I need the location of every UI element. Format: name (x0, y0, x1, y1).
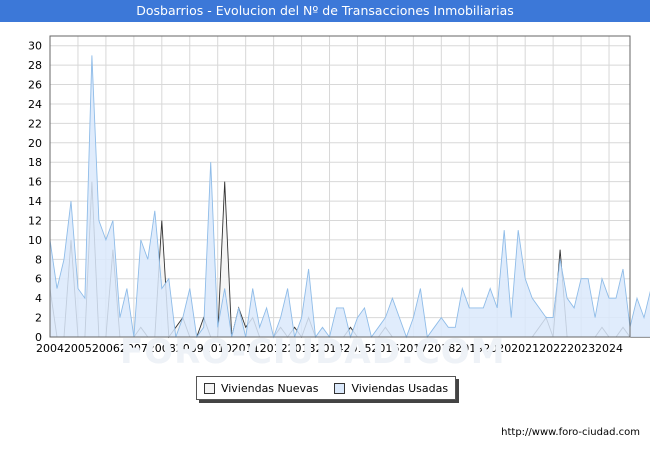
y-tick-label: 28 (28, 59, 42, 72)
legend-item-usadas: Viviendas Usadas (334, 382, 448, 395)
y-tick-label: 18 (28, 156, 42, 169)
y-tick-label: 30 (28, 40, 42, 53)
y-tick-label: 2 (35, 312, 42, 325)
x-tick-label: 2022 (539, 342, 567, 352)
x-tick-label: 2005 (64, 342, 92, 352)
legend-label-nuevas: Viviendas Nuevas (220, 381, 319, 395)
y-tick-label: 8 (35, 253, 42, 266)
x-tick-label: 2006 (92, 342, 120, 352)
legend: Viviendas Nuevas Viviendas Usadas (196, 376, 456, 400)
y-tick-label: 12 (28, 214, 42, 227)
legend-item-nuevas: Viviendas Nuevas (203, 381, 319, 395)
y-tick-label: 26 (28, 79, 42, 92)
chart-title: Dosbarrios - Evolucion del Nº de Transac… (0, 0, 650, 22)
watermark: FORO-CIUDAD.COM (120, 332, 506, 372)
legend-swatch-usadas (334, 382, 346, 394)
y-tick-label: 16 (28, 176, 42, 189)
y-tick-label: 14 (28, 195, 42, 208)
y-tick-label: 20 (28, 137, 42, 150)
x-tick-label: 2004 (36, 342, 64, 352)
transactions-chart: 0246810121416182022242628302004 2005 2006 2… (28, 35, 650, 352)
x-tick-label: 2021 (511, 342, 539, 352)
x-tick-label: 2023 (567, 342, 595, 352)
y-tick-label: 10 (28, 234, 42, 247)
y-tick-label: 22 (28, 117, 42, 130)
legend-swatch-nuevas (203, 382, 215, 394)
legend-label-usadas: Viviendas Usadas (351, 381, 449, 395)
y-tick-label: 4 (35, 292, 42, 305)
y-tick-label: 24 (28, 98, 42, 111)
source-url[interactable]: http://www.foro-ciudad.com (501, 427, 640, 438)
y-tick-label: 6 (35, 273, 42, 286)
x-tick-label: 2024 (595, 342, 623, 352)
